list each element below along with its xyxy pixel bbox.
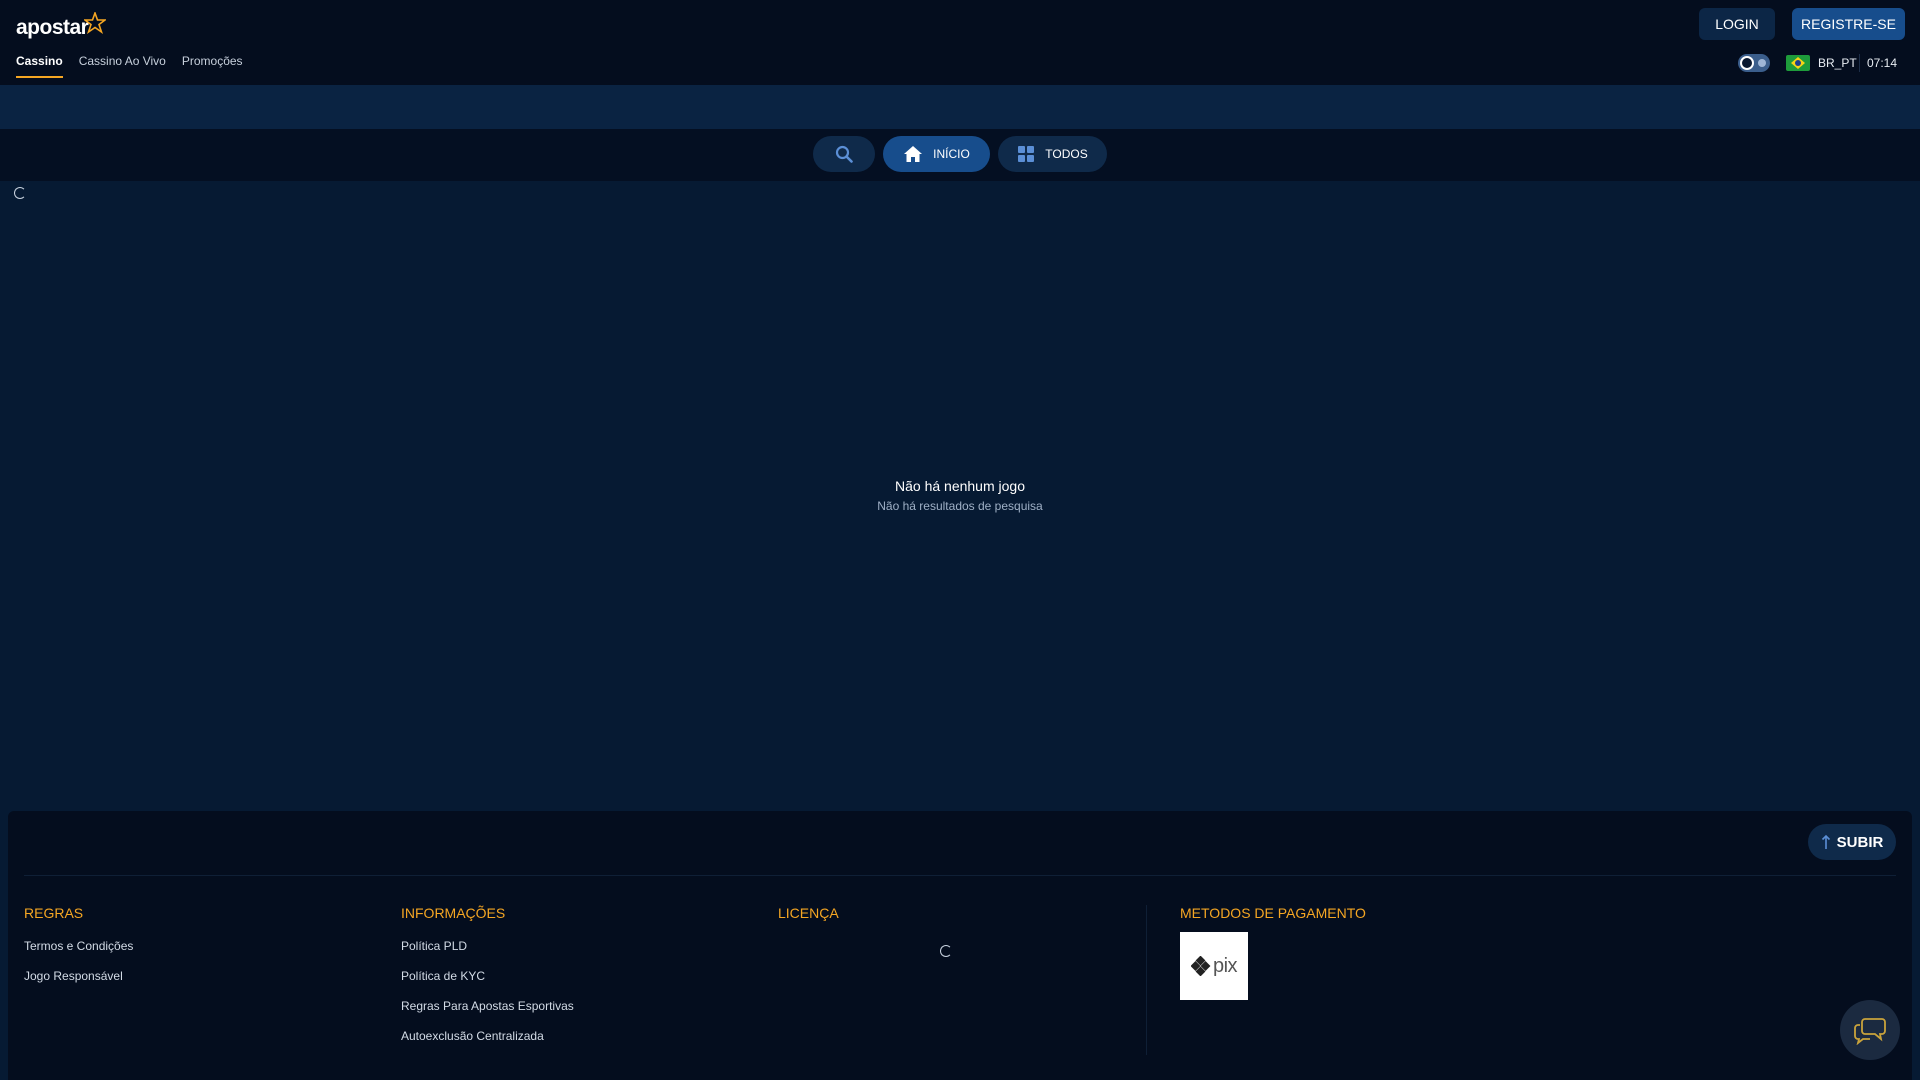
tab-search[interactable] [813,136,875,172]
brazil-flag-icon[interactable] [1786,55,1810,71]
footer-column-separator [1146,905,1147,1055]
footer-rules-title: REGRAS [24,905,84,921]
tab-inicio[interactable]: INÍCIO [883,136,990,172]
footer-license-title: LICENÇA [778,905,839,921]
chat-support-button[interactable] [1840,1000,1900,1060]
loading-spinner-icon [14,187,26,199]
empty-state-title: Não há nenhum jogo [895,478,1025,494]
nav-item-promocoes[interactable]: Promoções [182,54,243,78]
chat-icon [1854,1018,1886,1045]
footer-link-jogo-responsavel[interactable]: Jogo Responsável [24,969,123,983]
nav-item-cassino-ao-vivo[interactable]: Cassino Ao Vivo [79,54,166,78]
pix-diamond-icon [1190,956,1211,976]
sun-icon [1758,59,1766,67]
footer-link-autoexclusao[interactable]: Autoexclusão Centralizada [401,1029,544,1043]
pix-logo: pix [1180,932,1248,1000]
footer-link-politica-pld[interactable]: Política PLD [401,939,467,953]
footer-divider [24,875,1896,876]
footer-link-termos[interactable]: Termos e Condições [24,939,133,953]
header-divider [1859,54,1860,72]
apostar-logo[interactable]: apostar [16,8,107,40]
moon-icon [1740,56,1754,70]
tab-todos[interactable]: TODOS [998,136,1107,172]
register-button[interactable]: REGISTRE-SE [1792,8,1905,40]
scroll-up-label: SUBIR [1836,833,1884,851]
arrow-up-icon [1821,834,1830,849]
footer-link-politica-kyc[interactable]: Política de KYC [401,969,485,983]
banner-strip [0,85,1920,129]
footer-info-title: INFORMAÇÕES [401,905,506,921]
clock: 07:14 [1867,56,1898,70]
locale-label[interactable]: BR_PT [1818,56,1857,70]
empty-state-subtitle: Não há resultados de pesquisa [877,499,1043,513]
pix-logo-text: pix [1212,954,1238,977]
footer: SUBIR REGRAS Termos e Condições Jogo Res… [8,811,1912,1080]
logo-text: apostar [16,16,89,39]
grid-icon [1018,146,1035,162]
top-header: apostar Cassino Cassino Ao Vivo Promoçõe… [0,0,1920,85]
login-button[interactable]: LOGIN [1699,8,1775,40]
home-icon [904,146,923,162]
main-nav: Cassino Cassino Ao Vivo Promoções [16,54,243,78]
footer-link-regras-apostas[interactable]: Regras Para Apostas Esportivas [401,999,574,1013]
license-loading-spinner-icon [940,945,952,957]
theme-toggle[interactable] [1738,54,1770,72]
game-tab-bar: INÍCIO TODOS [0,129,1920,181]
tab-todos-label: TODOS [1045,147,1088,161]
search-icon [835,145,853,163]
scroll-up-button[interactable]: SUBIR [1808,824,1896,860]
nav-item-cassino[interactable]: Cassino [16,54,63,78]
star-icon [84,12,107,34]
tab-inicio-label: INÍCIO [933,147,970,161]
footer-payment-title: METODOS DE PAGAMENTO [1180,905,1366,921]
